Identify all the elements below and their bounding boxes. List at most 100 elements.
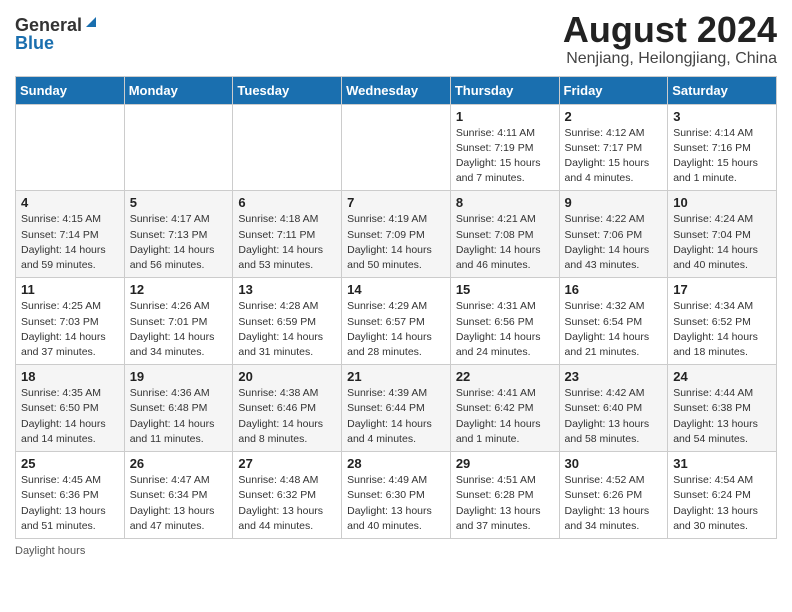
calendar-cell: 9 Sunrise: 4:22 AM Sunset: 7:06 PM Daylig… bbox=[559, 191, 668, 278]
day-info: Sunrise: 4:25 AM Sunset: 7:03 PM Dayligh… bbox=[21, 299, 119, 360]
day-number: 20 bbox=[238, 369, 336, 384]
day-number: 26 bbox=[130, 456, 228, 471]
day-number: 28 bbox=[347, 456, 445, 471]
day-number: 29 bbox=[456, 456, 554, 471]
footer: Daylight hours bbox=[15, 545, 777, 557]
logo-arrow-icon bbox=[84, 15, 98, 34]
month-year: August 2024 bbox=[563, 10, 777, 50]
calendar-cell: 6 Sunrise: 4:18 AM Sunset: 7:11 PM Daylig… bbox=[233, 191, 342, 278]
calendar-cell: 12Sunrise: 4:26 AM Sunset: 7:01 PM Dayli… bbox=[124, 278, 233, 365]
day-info: Sunrise: 4:45 AM Sunset: 6:36 PM Dayligh… bbox=[21, 473, 119, 534]
day-number: 21 bbox=[347, 369, 445, 384]
logo-blue-text: Blue bbox=[15, 34, 54, 52]
calendar-cell bbox=[124, 104, 233, 191]
day-number: 14 bbox=[347, 282, 445, 297]
day-info: Sunrise: 4:22 AM Sunset: 7:06 PM Dayligh… bbox=[565, 212, 663, 273]
day-number: 13 bbox=[238, 282, 336, 297]
logo-general-text: General bbox=[15, 16, 82, 34]
calendar-cell: 10 Sunrise: 4:24 AM Sunset: 7:04 PM Dayli… bbox=[668, 191, 777, 278]
day-number: 2 bbox=[565, 109, 663, 124]
day-number: 5 bbox=[130, 195, 228, 210]
calendar-cell: 8 Sunrise: 4:21 AM Sunset: 7:08 PM Daylig… bbox=[450, 191, 559, 278]
calendar-cell: 26 Sunrise: 4:47 AM Sunset: 6:34 PM Dayli… bbox=[124, 452, 233, 539]
day-number: 22 bbox=[456, 369, 554, 384]
calendar-cell bbox=[16, 104, 125, 191]
day-info: Sunrise: 4:52 AM Sunset: 6:26 PM Dayligh… bbox=[565, 473, 663, 534]
calendar-week-1: 4 Sunrise: 4:15 AM Sunset: 7:14 PM Daylig… bbox=[16, 191, 777, 278]
day-info: Sunrise: 4:41 AM Sunset: 6:42 PM Dayligh… bbox=[456, 386, 554, 447]
header-cell-friday: Friday bbox=[559, 76, 668, 104]
day-info: Sunrise: 4:24 AM Sunset: 7:04 PM Dayligh… bbox=[673, 212, 771, 273]
day-info: Sunrise: 4:39 AM Sunset: 6:44 PM Dayligh… bbox=[347, 386, 445, 447]
day-number: 10 bbox=[673, 195, 771, 210]
calendar-cell: 31 Sunrise: 4:54 AM Sunset: 6:24 PM Dayli… bbox=[668, 452, 777, 539]
header-cell-thursday: Thursday bbox=[450, 76, 559, 104]
calendar-cell: 16 Sunrise: 4:32 AM Sunset: 6:54 PM Dayli… bbox=[559, 278, 668, 365]
day-info: Sunrise: 4:47 AM Sunset: 6:34 PM Dayligh… bbox=[130, 473, 228, 534]
day-info: Sunrise: 4:35 AM Sunset: 6:50 PM Dayligh… bbox=[21, 386, 119, 447]
day-info: Sunrise: 4:17 AM Sunset: 7:13 PM Dayligh… bbox=[130, 212, 228, 273]
day-info: Sunrise: 4:19 AM Sunset: 7:09 PM Dayligh… bbox=[347, 212, 445, 273]
day-info: Sunrise: 4:34 AM Sunset: 6:52 PM Dayligh… bbox=[673, 299, 771, 360]
calendar-week-2: 11 Sunrise: 4:25 AM Sunset: 7:03 PM Dayli… bbox=[16, 278, 777, 365]
day-info: Sunrise: 4:32 AM Sunset: 6:54 PM Dayligh… bbox=[565, 299, 663, 360]
calendar-cell: 11 Sunrise: 4:25 AM Sunset: 7:03 PM Dayli… bbox=[16, 278, 125, 365]
day-number: 4 bbox=[21, 195, 119, 210]
calendar-cell: 19Sunrise: 4:36 AM Sunset: 6:48 PM Dayli… bbox=[124, 365, 233, 452]
day-number: 11 bbox=[21, 282, 119, 297]
day-info: Sunrise: 4:49 AM Sunset: 6:30 PM Dayligh… bbox=[347, 473, 445, 534]
day-info: Sunrise: 4:15 AM Sunset: 7:14 PM Dayligh… bbox=[21, 212, 119, 273]
calendar-cell: 17Sunrise: 4:34 AM Sunset: 6:52 PM Dayli… bbox=[668, 278, 777, 365]
day-info: Sunrise: 4:11 AM Sunset: 7:19 PM Dayligh… bbox=[456, 126, 554, 187]
calendar-cell: 28 Sunrise: 4:49 AM Sunset: 6:30 PM Dayli… bbox=[342, 452, 451, 539]
day-number: 15 bbox=[456, 282, 554, 297]
calendar-cell: 3Sunrise: 4:14 AM Sunset: 7:16 PM Daylig… bbox=[668, 104, 777, 191]
calendar-cell: 30 Sunrise: 4:52 AM Sunset: 6:26 PM Dayli… bbox=[559, 452, 668, 539]
page-header: General Blue August 2024 Nenjiang, Heilo… bbox=[15, 10, 777, 68]
calendar-cell: 25 Sunrise: 4:45 AM Sunset: 6:36 PM Dayli… bbox=[16, 452, 125, 539]
calendar-cell: 4 Sunrise: 4:15 AM Sunset: 7:14 PM Daylig… bbox=[16, 191, 125, 278]
calendar-cell: 22 Sunrise: 4:41 AM Sunset: 6:42 PM Dayli… bbox=[450, 365, 559, 452]
day-info: Sunrise: 4:54 AM Sunset: 6:24 PM Dayligh… bbox=[673, 473, 771, 534]
calendar-cell: 27Sunrise: 4:48 AM Sunset: 6:32 PM Dayli… bbox=[233, 452, 342, 539]
day-info: Sunrise: 4:44 AM Sunset: 6:38 PM Dayligh… bbox=[673, 386, 771, 447]
day-info: Sunrise: 4:21 AM Sunset: 7:08 PM Dayligh… bbox=[456, 212, 554, 273]
calendar-cell: 1 Sunrise: 4:11 AM Sunset: 7:19 PM Daylig… bbox=[450, 104, 559, 191]
calendar-cell: 20 Sunrise: 4:38 AM Sunset: 6:46 PM Dayli… bbox=[233, 365, 342, 452]
header-cell-saturday: Saturday bbox=[668, 76, 777, 104]
day-number: 19 bbox=[130, 369, 228, 384]
calendar-cell: 5 Sunrise: 4:17 AM Sunset: 7:13 PM Daylig… bbox=[124, 191, 233, 278]
day-info: Sunrise: 4:28 AM Sunset: 6:59 PM Dayligh… bbox=[238, 299, 336, 360]
day-number: 6 bbox=[238, 195, 336, 210]
day-info: Sunrise: 4:38 AM Sunset: 6:46 PM Dayligh… bbox=[238, 386, 336, 447]
day-number: 18 bbox=[21, 369, 119, 384]
calendar-cell: 2 Sunrise: 4:12 AM Sunset: 7:17 PM Daylig… bbox=[559, 104, 668, 191]
day-number: 9 bbox=[565, 195, 663, 210]
day-number: 31 bbox=[673, 456, 771, 471]
day-number: 1 bbox=[456, 109, 554, 124]
calendar-cell: 18 Sunrise: 4:35 AM Sunset: 6:50 PM Dayli… bbox=[16, 365, 125, 452]
day-info: Sunrise: 4:18 AM Sunset: 7:11 PM Dayligh… bbox=[238, 212, 336, 273]
day-number: 30 bbox=[565, 456, 663, 471]
day-info: Sunrise: 4:31 AM Sunset: 6:56 PM Dayligh… bbox=[456, 299, 554, 360]
day-number: 25 bbox=[21, 456, 119, 471]
header-cell-wednesday: Wednesday bbox=[342, 76, 451, 104]
calendar-cell: 24Sunrise: 4:44 AM Sunset: 6:38 PM Dayli… bbox=[668, 365, 777, 452]
calendar-cell: 14Sunrise: 4:29 AM Sunset: 6:57 PM Dayli… bbox=[342, 278, 451, 365]
calendar-cell: 29 Sunrise: 4:51 AM Sunset: 6:28 PM Dayli… bbox=[450, 452, 559, 539]
day-info: Sunrise: 4:51 AM Sunset: 6:28 PM Dayligh… bbox=[456, 473, 554, 534]
calendar-cell: 23Sunrise: 4:42 AM Sunset: 6:40 PM Dayli… bbox=[559, 365, 668, 452]
calendar-cell: 15 Sunrise: 4:31 AM Sunset: 6:56 PM Dayli… bbox=[450, 278, 559, 365]
day-info: Sunrise: 4:48 AM Sunset: 6:32 PM Dayligh… bbox=[238, 473, 336, 534]
title-block: August 2024 Nenjiang, Heilongjiang, Chin… bbox=[563, 10, 777, 68]
header-cell-monday: Monday bbox=[124, 76, 233, 104]
location: Nenjiang, Heilongjiang, China bbox=[563, 50, 777, 68]
day-number: 23 bbox=[565, 369, 663, 384]
day-number: 8 bbox=[456, 195, 554, 210]
day-number: 16 bbox=[565, 282, 663, 297]
daylight-hours-label: Daylight hours bbox=[15, 545, 85, 557]
calendar-week-0: 1 Sunrise: 4:11 AM Sunset: 7:19 PM Daylig… bbox=[16, 104, 777, 191]
day-info: Sunrise: 4:12 AM Sunset: 7:17 PM Dayligh… bbox=[565, 126, 663, 187]
logo: General Blue bbox=[15, 10, 98, 52]
day-number: 3 bbox=[673, 109, 771, 124]
